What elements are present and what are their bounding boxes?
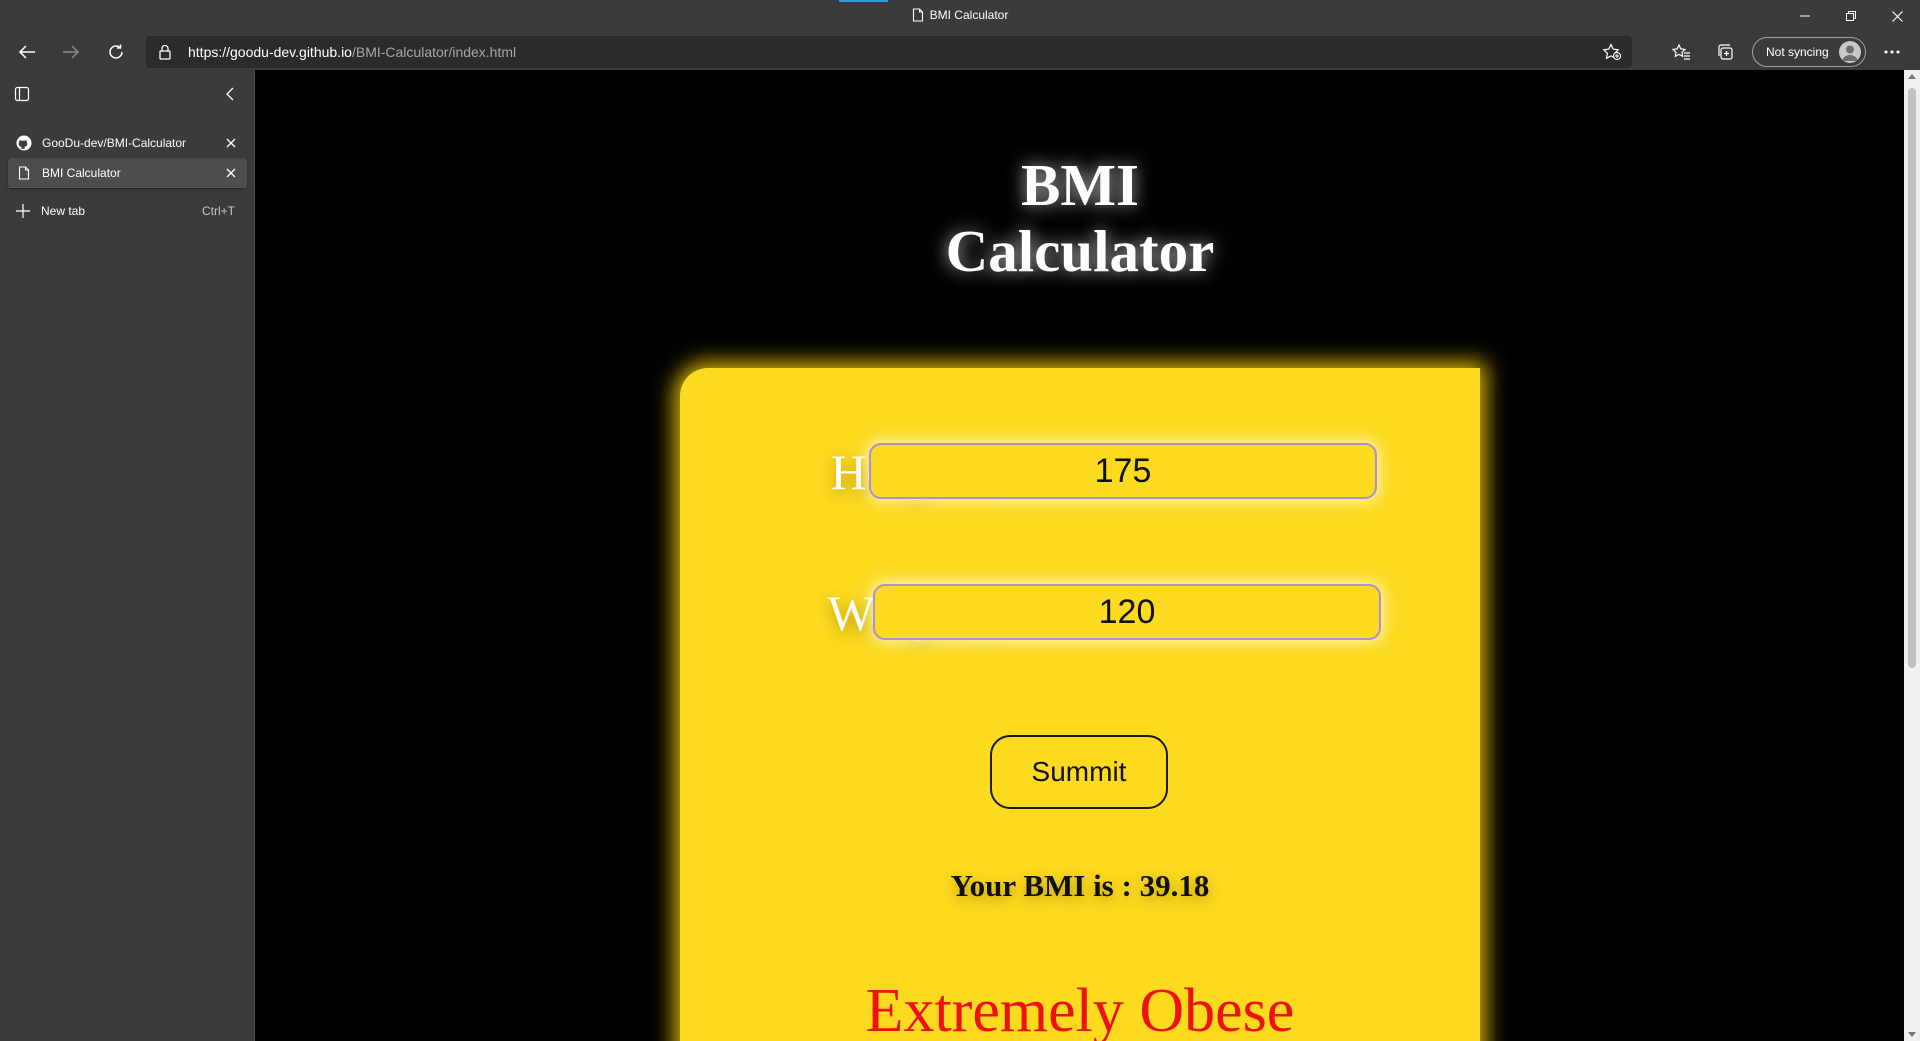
restore-button[interactable]	[1828, 0, 1874, 32]
more-horizontal-icon	[1884, 50, 1900, 54]
address-bar[interactable]: https://goodu-dev.github.io/BMI-Calculat…	[146, 36, 1632, 68]
favorites-button[interactable]	[1665, 36, 1697, 68]
scroll-down-arrow-icon[interactable]	[1908, 1032, 1916, 1037]
arrow-right-icon	[63, 45, 80, 59]
page-scrollbar[interactable]	[1904, 70, 1920, 1041]
profile-sync-button[interactable]: Not syncing	[1752, 37, 1866, 67]
refresh-icon	[109, 44, 123, 59]
page-title-line-1: BMI	[1021, 152, 1139, 218]
close-tab-button[interactable]	[223, 165, 239, 181]
weight-input[interactable]	[873, 584, 1381, 640]
tab-panel-header	[0, 70, 255, 118]
arrow-left-icon	[18, 45, 35, 59]
tab-bmi-calculator[interactable]: BMI Calculator	[8, 158, 247, 188]
height-input[interactable]	[869, 443, 1377, 499]
refresh-button[interactable]	[100, 36, 132, 68]
tab-title: BMI Calculator	[42, 166, 121, 180]
scrollbar-thumb[interactable]	[1908, 88, 1916, 668]
collections-icon	[1718, 44, 1733, 60]
forward-button[interactable]	[55, 36, 87, 68]
add-favorite-icon[interactable]	[1602, 43, 1622, 61]
tab-github-repo[interactable]: GooDu-dev/BMI-Calculator	[8, 128, 247, 158]
back-button[interactable]	[11, 36, 43, 68]
minimize-icon	[1800, 15, 1810, 17]
lock-icon[interactable]	[158, 44, 172, 60]
new-tab-shortcut: Ctrl+T	[202, 204, 235, 218]
settings-menu-button[interactable]	[1876, 36, 1908, 68]
window-title: BMI Calculator	[0, 8, 1920, 22]
vertical-tabs-panel: GooDu-dev/BMI-Calculator BMI Calculator …	[0, 70, 255, 1041]
collections-button[interactable]	[1709, 36, 1741, 68]
person-icon	[1842, 45, 1858, 61]
scroll-up-arrow-icon[interactable]	[1908, 74, 1916, 79]
close-tab-button[interactable]	[223, 135, 239, 151]
favorites-icon	[1671, 43, 1690, 60]
page-icon	[912, 8, 923, 22]
tab-title: GooDu-dev/BMI-Calculator	[42, 136, 187, 150]
url-path: /BMI-Calculator/index.html	[351, 44, 517, 60]
new-tab-label: New tab	[41, 204, 86, 218]
bmi-result-text: Your BMI is : 39.18	[950, 868, 1210, 903]
minimize-button[interactable]	[1782, 0, 1828, 32]
new-tab-button[interactable]: New tab Ctrl+T	[8, 196, 247, 226]
bmi-category-text: Extremely Obese	[865, 977, 1295, 1041]
github-icon	[16, 135, 32, 151]
url-text[interactable]: https://goodu-dev.github.io/BMI-Calculat…	[188, 44, 516, 60]
divider	[8, 187, 247, 188]
submit-button[interactable]: Summit	[990, 735, 1168, 809]
close-window-button[interactable]	[1874, 0, 1920, 32]
close-icon	[226, 168, 236, 178]
restore-icon	[1846, 11, 1856, 21]
page-title: BMI Calculator	[256, 152, 1904, 284]
browser-toolbar: https://goodu-dev.github.io/BMI-Calculat…	[0, 34, 1920, 70]
page-icon	[16, 165, 32, 181]
plus-icon	[15, 203, 31, 219]
page-viewport: BMI Calculator Height : Weight : Summit …	[256, 70, 1904, 1041]
tab-actions-icon[interactable]	[14, 86, 30, 102]
window-title-text: BMI Calculator	[929, 8, 1009, 22]
window-title-bar: BMI Calculator	[0, 0, 1920, 34]
sync-status-text: Not syncing	[1766, 45, 1829, 59]
page-title-line-2: Calculator	[945, 218, 1215, 284]
close-icon	[226, 138, 236, 148]
active-tab-indicator	[839, 0, 888, 2]
url-host: https://goodu-dev.github.io	[188, 44, 352, 60]
avatar	[1839, 41, 1861, 63]
bmi-form-card: Height : Weight : Summit Your BMI is : 3…	[680, 368, 1480, 1041]
close-icon	[1891, 10, 1903, 22]
chevron-left-icon[interactable]	[225, 86, 235, 102]
